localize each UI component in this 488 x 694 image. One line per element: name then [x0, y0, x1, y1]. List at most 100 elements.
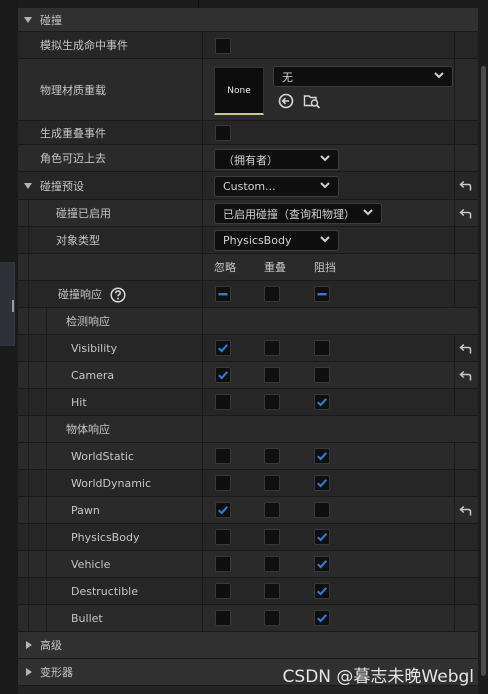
collision-responses-ignore-all[interactable]: [215, 286, 231, 302]
reset-arrow-icon[interactable]: [458, 180, 472, 192]
object-type-combo[interactable]: PhysicsBody: [214, 230, 339, 251]
chevron-down-icon: [363, 209, 373, 216]
chevron-down-icon: [320, 182, 330, 189]
left-panel-edge: [0, 0, 18, 694]
response-block-checkbox[interactable]: [314, 367, 330, 383]
expand-arrow-icon[interactable]: [24, 17, 32, 23]
response-block-checkbox[interactable]: [314, 394, 330, 410]
prop-collision-responses: 碰撞响应: [18, 281, 478, 308]
prop-object-type-label: 对象类型: [56, 234, 100, 247]
response-block-checkbox[interactable]: [314, 610, 330, 626]
response-block-checkbox[interactable]: [314, 583, 330, 599]
prop-simulate-hit-label: 模拟生成命中事件: [40, 39, 128, 52]
simulate-hit-checkbox[interactable]: [215, 38, 231, 54]
prop-object-type: 对象类型 PhysicsBody: [18, 227, 478, 254]
response-column-headers: 忽略 重叠 阻挡: [18, 254, 478, 281]
response-ignore-checkbox[interactable]: [215, 502, 231, 518]
collision-responses-block-all[interactable]: [314, 286, 330, 302]
reset-arrow-icon[interactable]: [458, 370, 472, 385]
presets-combo[interactable]: Custom...: [214, 176, 339, 197]
presets-value: Custom...: [223, 180, 276, 193]
prop-can-step-up: 角色可迈上去 （拥有者）: [18, 145, 478, 172]
scrollbar[interactable]: [478, 0, 488, 694]
response-name: WorldStatic: [71, 449, 134, 463]
response-row: Hit: [18, 389, 478, 416]
response-overlap-checkbox[interactable]: [264, 448, 280, 464]
response-ignore-checkbox[interactable]: [215, 529, 231, 545]
response-ignore-checkbox[interactable]: [215, 583, 231, 599]
prop-collision-responses-label: 碰撞响应: [58, 288, 102, 301]
prop-collision-enabled: 碰撞已启用 已启用碰撞（查询和物理）: [18, 200, 478, 227]
object-type-value: PhysicsBody: [223, 234, 292, 247]
group-object-responses-label: 物体响应: [66, 423, 110, 436]
response-overlap-checkbox[interactable]: [264, 394, 280, 410]
chevron-down-icon: [320, 155, 330, 162]
collision-responses-overlap-all[interactable]: [264, 286, 280, 302]
response-row: Destructible: [18, 578, 478, 605]
section-collision[interactable]: 碰撞: [18, 8, 478, 32]
response-ignore-checkbox[interactable]: [215, 448, 231, 464]
response-ignore-checkbox[interactable]: [215, 367, 231, 383]
response-block-checkbox[interactable]: [314, 556, 330, 572]
response-name: WorldDynamic: [71, 476, 152, 490]
expand-arrow-icon[interactable]: [24, 183, 32, 189]
group-trace-responses: 检测响应: [18, 308, 478, 335]
prop-can-step-up-label: 角色可迈上去: [40, 152, 106, 165]
reset-arrow-icon[interactable]: [458, 505, 472, 520]
response-block-checkbox[interactable]: [314, 502, 330, 518]
response-name: Bullet: [71, 611, 103, 625]
splitter-handle[interactable]: [12, 300, 14, 312]
watermark: CSDN @暮志未晚Webgl: [282, 667, 474, 687]
chevron-down-icon: [434, 72, 444, 79]
material-combo-value: 无: [282, 70, 293, 84]
response-overlap-checkbox[interactable]: [264, 502, 280, 518]
response-block-checkbox[interactable]: [314, 475, 330, 491]
material-thumbnail[interactable]: None: [214, 67, 264, 115]
response-overlap-checkbox[interactable]: [264, 583, 280, 599]
use-selected-icon[interactable]: [278, 93, 294, 109]
collision-enabled-value: 已启用碰撞（查询和物理）: [223, 207, 355, 221]
response-overlap-checkbox[interactable]: [264, 475, 280, 491]
response-row: PhysicsBody: [18, 524, 478, 551]
response-ignore-checkbox[interactable]: [215, 340, 231, 356]
response-row: Pawn: [18, 497, 478, 524]
response-overlap-checkbox[interactable]: [264, 556, 280, 572]
collapse-arrow-icon[interactable]: [26, 641, 32, 649]
response-block-checkbox[interactable]: [314, 448, 330, 464]
prop-gen-overlap: 生成重叠事件: [18, 121, 478, 145]
prop-simulate-hit: 模拟生成命中事件: [18, 32, 478, 59]
section-transform-label: 变形器: [40, 666, 73, 679]
response-ignore-checkbox[interactable]: [215, 475, 231, 491]
collision-enabled-combo[interactable]: 已启用碰撞（查询和物理）: [214, 203, 382, 224]
reset-arrow-icon[interactable]: [458, 208, 472, 220]
scrollbar-thumb[interactable]: [481, 66, 486, 676]
group-object-responses: 物体响应: [18, 416, 478, 443]
response-ignore-checkbox[interactable]: [215, 394, 231, 410]
prop-collision-enabled-label: 碰撞已启用: [56, 207, 111, 220]
response-row: Bullet: [18, 605, 478, 632]
response-ignore-checkbox[interactable]: [215, 610, 231, 626]
section-advanced-label: 高级: [40, 639, 62, 652]
can-step-up-combo[interactable]: （拥有者）: [214, 149, 339, 170]
gen-overlap-checkbox[interactable]: [215, 125, 231, 141]
browse-icon[interactable]: [303, 93, 321, 109]
response-block-checkbox[interactable]: [314, 529, 330, 545]
help-icon[interactable]: [110, 287, 126, 303]
response-row: WorldDynamic: [18, 470, 478, 497]
prop-gen-overlap-label: 生成重叠事件: [40, 126, 106, 140]
response-overlap-checkbox[interactable]: [264, 367, 280, 383]
section-advanced[interactable]: 高级: [18, 632, 478, 659]
response-overlap-checkbox[interactable]: [264, 529, 280, 545]
response-row: Camera: [18, 362, 478, 389]
material-combo[interactable]: 无: [273, 66, 453, 87]
response-overlap-checkbox[interactable]: [264, 610, 280, 626]
response-overlap-checkbox[interactable]: [264, 340, 280, 356]
reset-arrow-icon[interactable]: [458, 343, 472, 358]
response-block-checkbox[interactable]: [314, 340, 330, 356]
response-name: Destructible: [71, 584, 138, 598]
column-overlap: 重叠: [264, 261, 286, 274]
response-name: Vehicle: [71, 557, 111, 571]
collapse-arrow-icon[interactable]: [26, 668, 32, 676]
response-row: Visibility: [18, 335, 478, 362]
response-ignore-checkbox[interactable]: [215, 556, 231, 572]
